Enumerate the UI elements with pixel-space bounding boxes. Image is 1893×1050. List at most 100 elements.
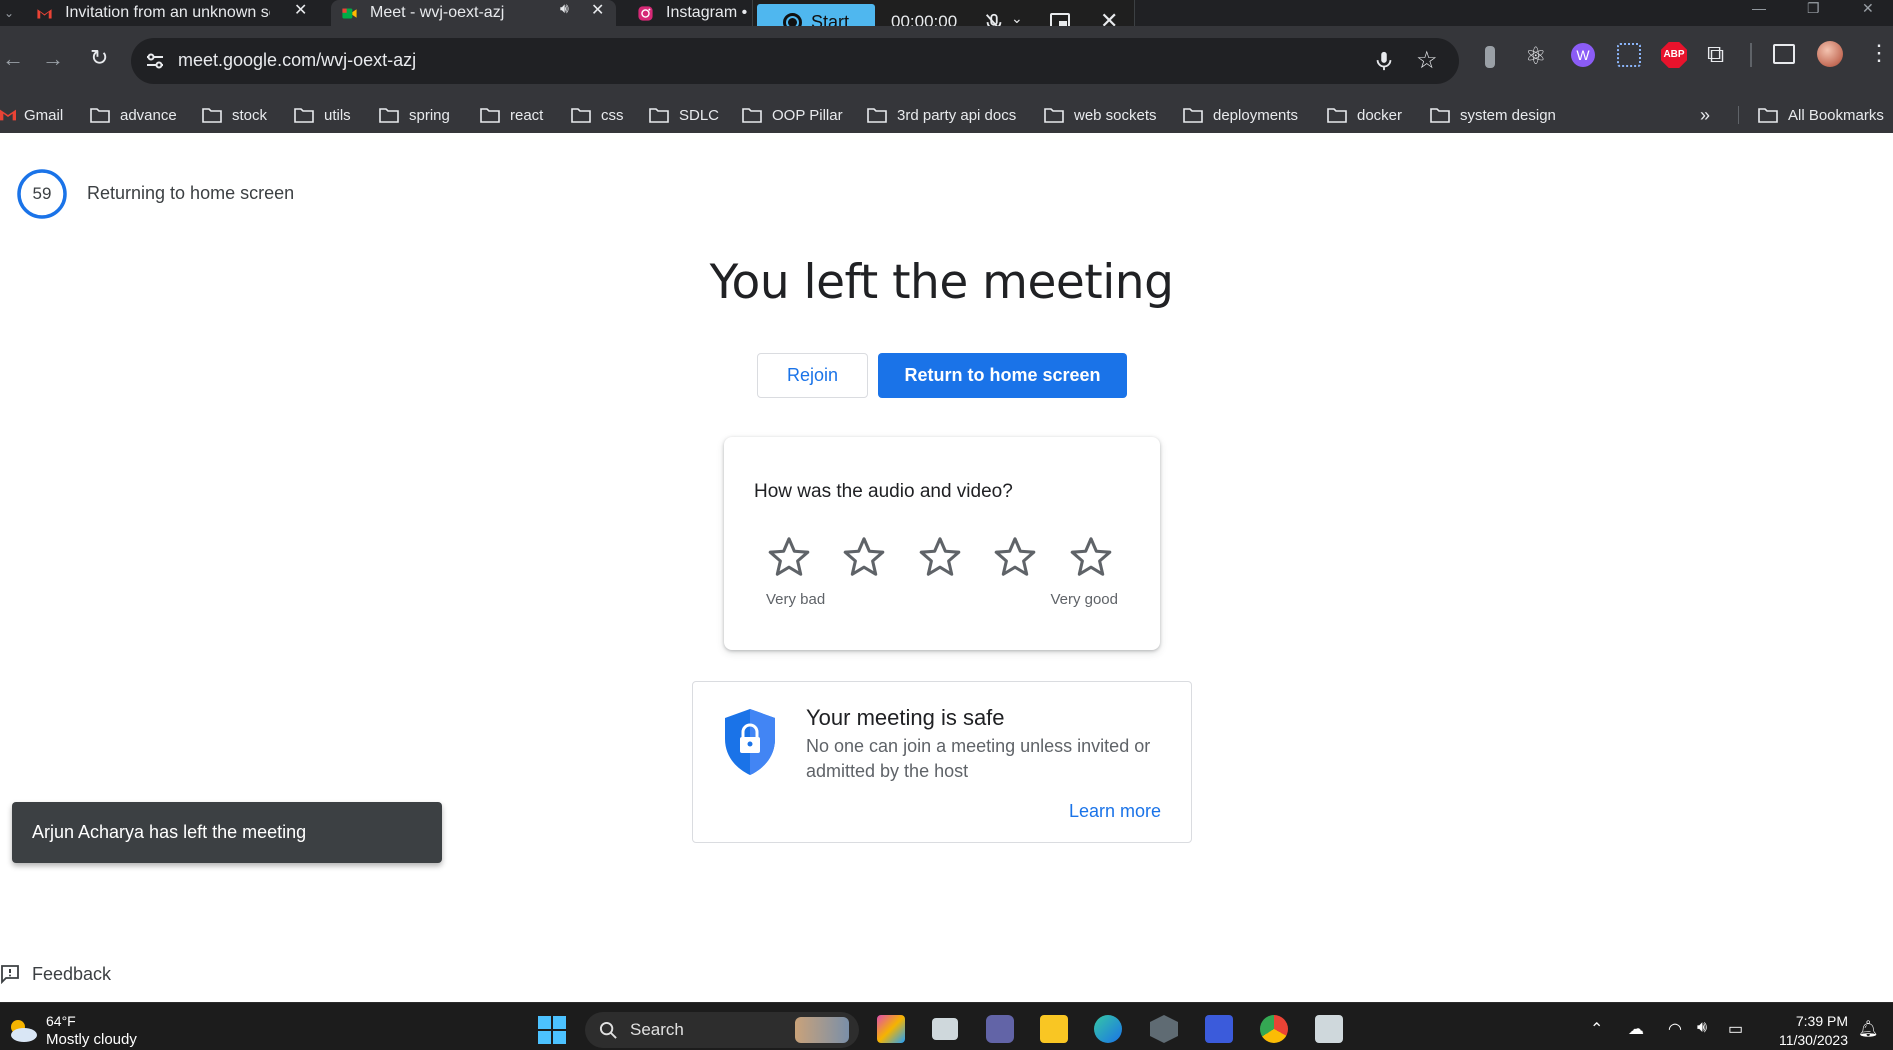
bookmark-folder-sdlc[interactable]: SDLC [649,97,719,133]
volume-icon[interactable]: 🔊︎ [1697,1019,1707,1037]
rating-high-label: Very good [1050,591,1118,608]
star-icon-1[interactable] [766,534,812,580]
rating-low-label: Very bad [766,591,826,608]
url-text[interactable]: meet.google.com/wvj-oext-azj [178,50,416,71]
chrome-icon[interactable] [1260,1015,1288,1043]
snipping-tool-icon[interactable] [1315,1015,1343,1043]
app-cube-icon[interactable] [1150,1015,1178,1043]
folder-icon [1183,107,1203,123]
bookmarks-overflow-icon[interactable]: » [1700,97,1710,133]
tab-close-icon[interactable]: ✕ [591,0,604,20]
learn-more-link[interactable]: Learn more [1069,801,1161,822]
bookmark-label: deployments [1213,106,1299,124]
feedback-button[interactable]: Feedback [0,962,111,986]
folder-icon [202,107,222,123]
bookmark-folder-css[interactable]: css [571,97,624,133]
folder-icon [1044,107,1064,123]
taskbar-search[interactable]: Search [585,1012,859,1048]
clock-date[interactable]: 11/30/2023 [1779,1032,1848,1048]
bookmark-folder-utils[interactable]: utils [294,97,351,133]
bookmark-label: css [601,106,624,124]
meeting-safe-card: Your meeting is safe No one can join a m… [692,681,1192,843]
star-icon-2[interactable] [841,534,887,580]
star-icon-4[interactable] [992,534,1038,580]
bookmark-folder-advance[interactable]: advance [90,97,177,133]
tab-audio-icon[interactable]: 🔊︎ [560,0,569,17]
bookmark-label: stock [232,106,268,124]
bookmark-folder-docker[interactable]: docker [1327,97,1402,133]
weather-description[interactable]: Mostly cloudy [46,1031,137,1048]
minimize-icon[interactable]: — [1752,0,1766,18]
bookmark-folder-web-sockets[interactable]: web sockets [1044,97,1157,133]
back-icon[interactable]: ← [2,46,24,72]
bookmark-star-icon[interactable]: ☆ [1416,46,1438,75]
tray-overflow-chevron-icon[interactable]: ⌃ [1590,1019,1603,1039]
all-bookmarks-button[interactable]: All Bookmarks [1758,97,1884,133]
toolbar-divider [1750,43,1752,67]
tab-meet[interactable]: Meet - wvj-oext-azj [331,0,616,26]
extension-mouse-icon[interactable] [1485,46,1495,68]
bookmark-label: 3rd party api docs [897,106,1017,124]
bookmark-label: utils [324,106,351,124]
bookmark-label: Gmail [24,106,64,124]
more-menu-icon[interactable]: ⋮ [1868,40,1890,66]
site-settings-icon[interactable] [145,51,165,71]
safe-title: Your meeting is safe [806,705,1005,730]
bookmark-folder-3rd-party-api-docs[interactable]: 3rd party api docs [867,97,1016,133]
extension-w-icon[interactable]: W [1571,43,1595,67]
bookmark-folder-system-design[interactable]: system design [1430,97,1556,133]
tab-instagram[interactable]: Instagram • [622,0,752,26]
battery-icon[interactable]: ▭ [1728,1019,1743,1039]
weather-temperature[interactable]: 64°F [46,1013,76,1029]
teams-chat-icon[interactable] [986,1015,1014,1043]
return-home-button[interactable]: Return to home screen [878,353,1127,398]
profile-avatar[interactable] [1817,41,1843,67]
clock-time[interactable]: 7:39 PM [1796,1013,1848,1029]
all-bookmarks-label: All Bookmarks [1788,106,1884,124]
onedrive-cloud-icon[interactable]: ☁ [1628,1019,1644,1039]
bookmark-folder-deployments[interactable]: deployments [1183,97,1298,133]
toast-text: Arjun Acharya has left the meeting [32,822,307,842]
bookmark-label: react [510,106,544,124]
reload-icon[interactable]: ↻ [90,45,108,71]
mic-dropdown-chevron-icon[interactable]: ⌄ [1011,10,1023,27]
close-window-icon[interactable]: ✕ [1862,0,1874,18]
file-explorer-icon[interactable] [1040,1015,1068,1043]
restore-icon[interactable]: ❐ [1807,0,1820,18]
rating-question: How was the audio and video? [754,481,1013,502]
star-icon-5[interactable] [1068,534,1114,580]
address-bar[interactable]: meet.google.com/wvj-oext-azj ☆ [131,38,1459,84]
bookmark-folder-react[interactable]: react [480,97,543,133]
windows-start-icon[interactable] [538,1016,566,1044]
bookmark-label: docker [1357,106,1403,124]
adblock-plus-icon[interactable]: ABP [1661,42,1687,68]
extension-grid-icon[interactable] [1617,43,1641,67]
extensions-puzzle-icon[interactable]: ⧉ [1707,41,1724,69]
bookmark-folder-spring[interactable]: spring [379,97,450,133]
notification-bell-icon[interactable]: 🔔︎ [1858,1019,1878,1039]
bookmark-folder-oop-pillar[interactable]: OOP Pillar [742,97,843,133]
task-view-icon[interactable] [932,1018,958,1040]
tab-search-chevron-icon[interactable]: ⌄ [4,6,14,20]
tab-title: Meet - wvj-oext-azj [370,4,505,21]
tab-close-icon[interactable]: ✕ [294,0,307,20]
rejoin-button[interactable]: Rejoin [757,353,868,398]
bookmarks-bar: Gmail advance stock utils spring react c… [0,97,1893,133]
folder-icon [1430,107,1450,123]
forward-icon[interactable]: → [42,46,64,72]
edge-icon[interactable] [1094,1015,1122,1043]
bookmark-folder-stock[interactable]: stock [202,97,267,133]
copilot-icon[interactable] [877,1015,905,1043]
side-panel-icon[interactable] [1773,44,1795,64]
folder-icon [480,107,500,123]
react-devtools-icon[interactable]: ⚛ [1525,42,1547,71]
vscode-like-icon[interactable] [1205,1015,1233,1043]
bookmarks-divider [1738,106,1739,124]
wifi-icon[interactable]: ◠ [1668,1019,1682,1039]
weather-cloudy-icon[interactable] [6,1017,38,1043]
star-icon-3[interactable] [917,534,963,580]
tab-gmail-invitation[interactable]: ⌄ Invitation from an unknown ser [0,0,330,26]
bookmark-gmail[interactable]: Gmail [0,97,63,133]
participant-left-toast: Arjun Acharya has left the meeting [12,802,442,863]
voice-search-icon[interactable] [1373,49,1395,73]
